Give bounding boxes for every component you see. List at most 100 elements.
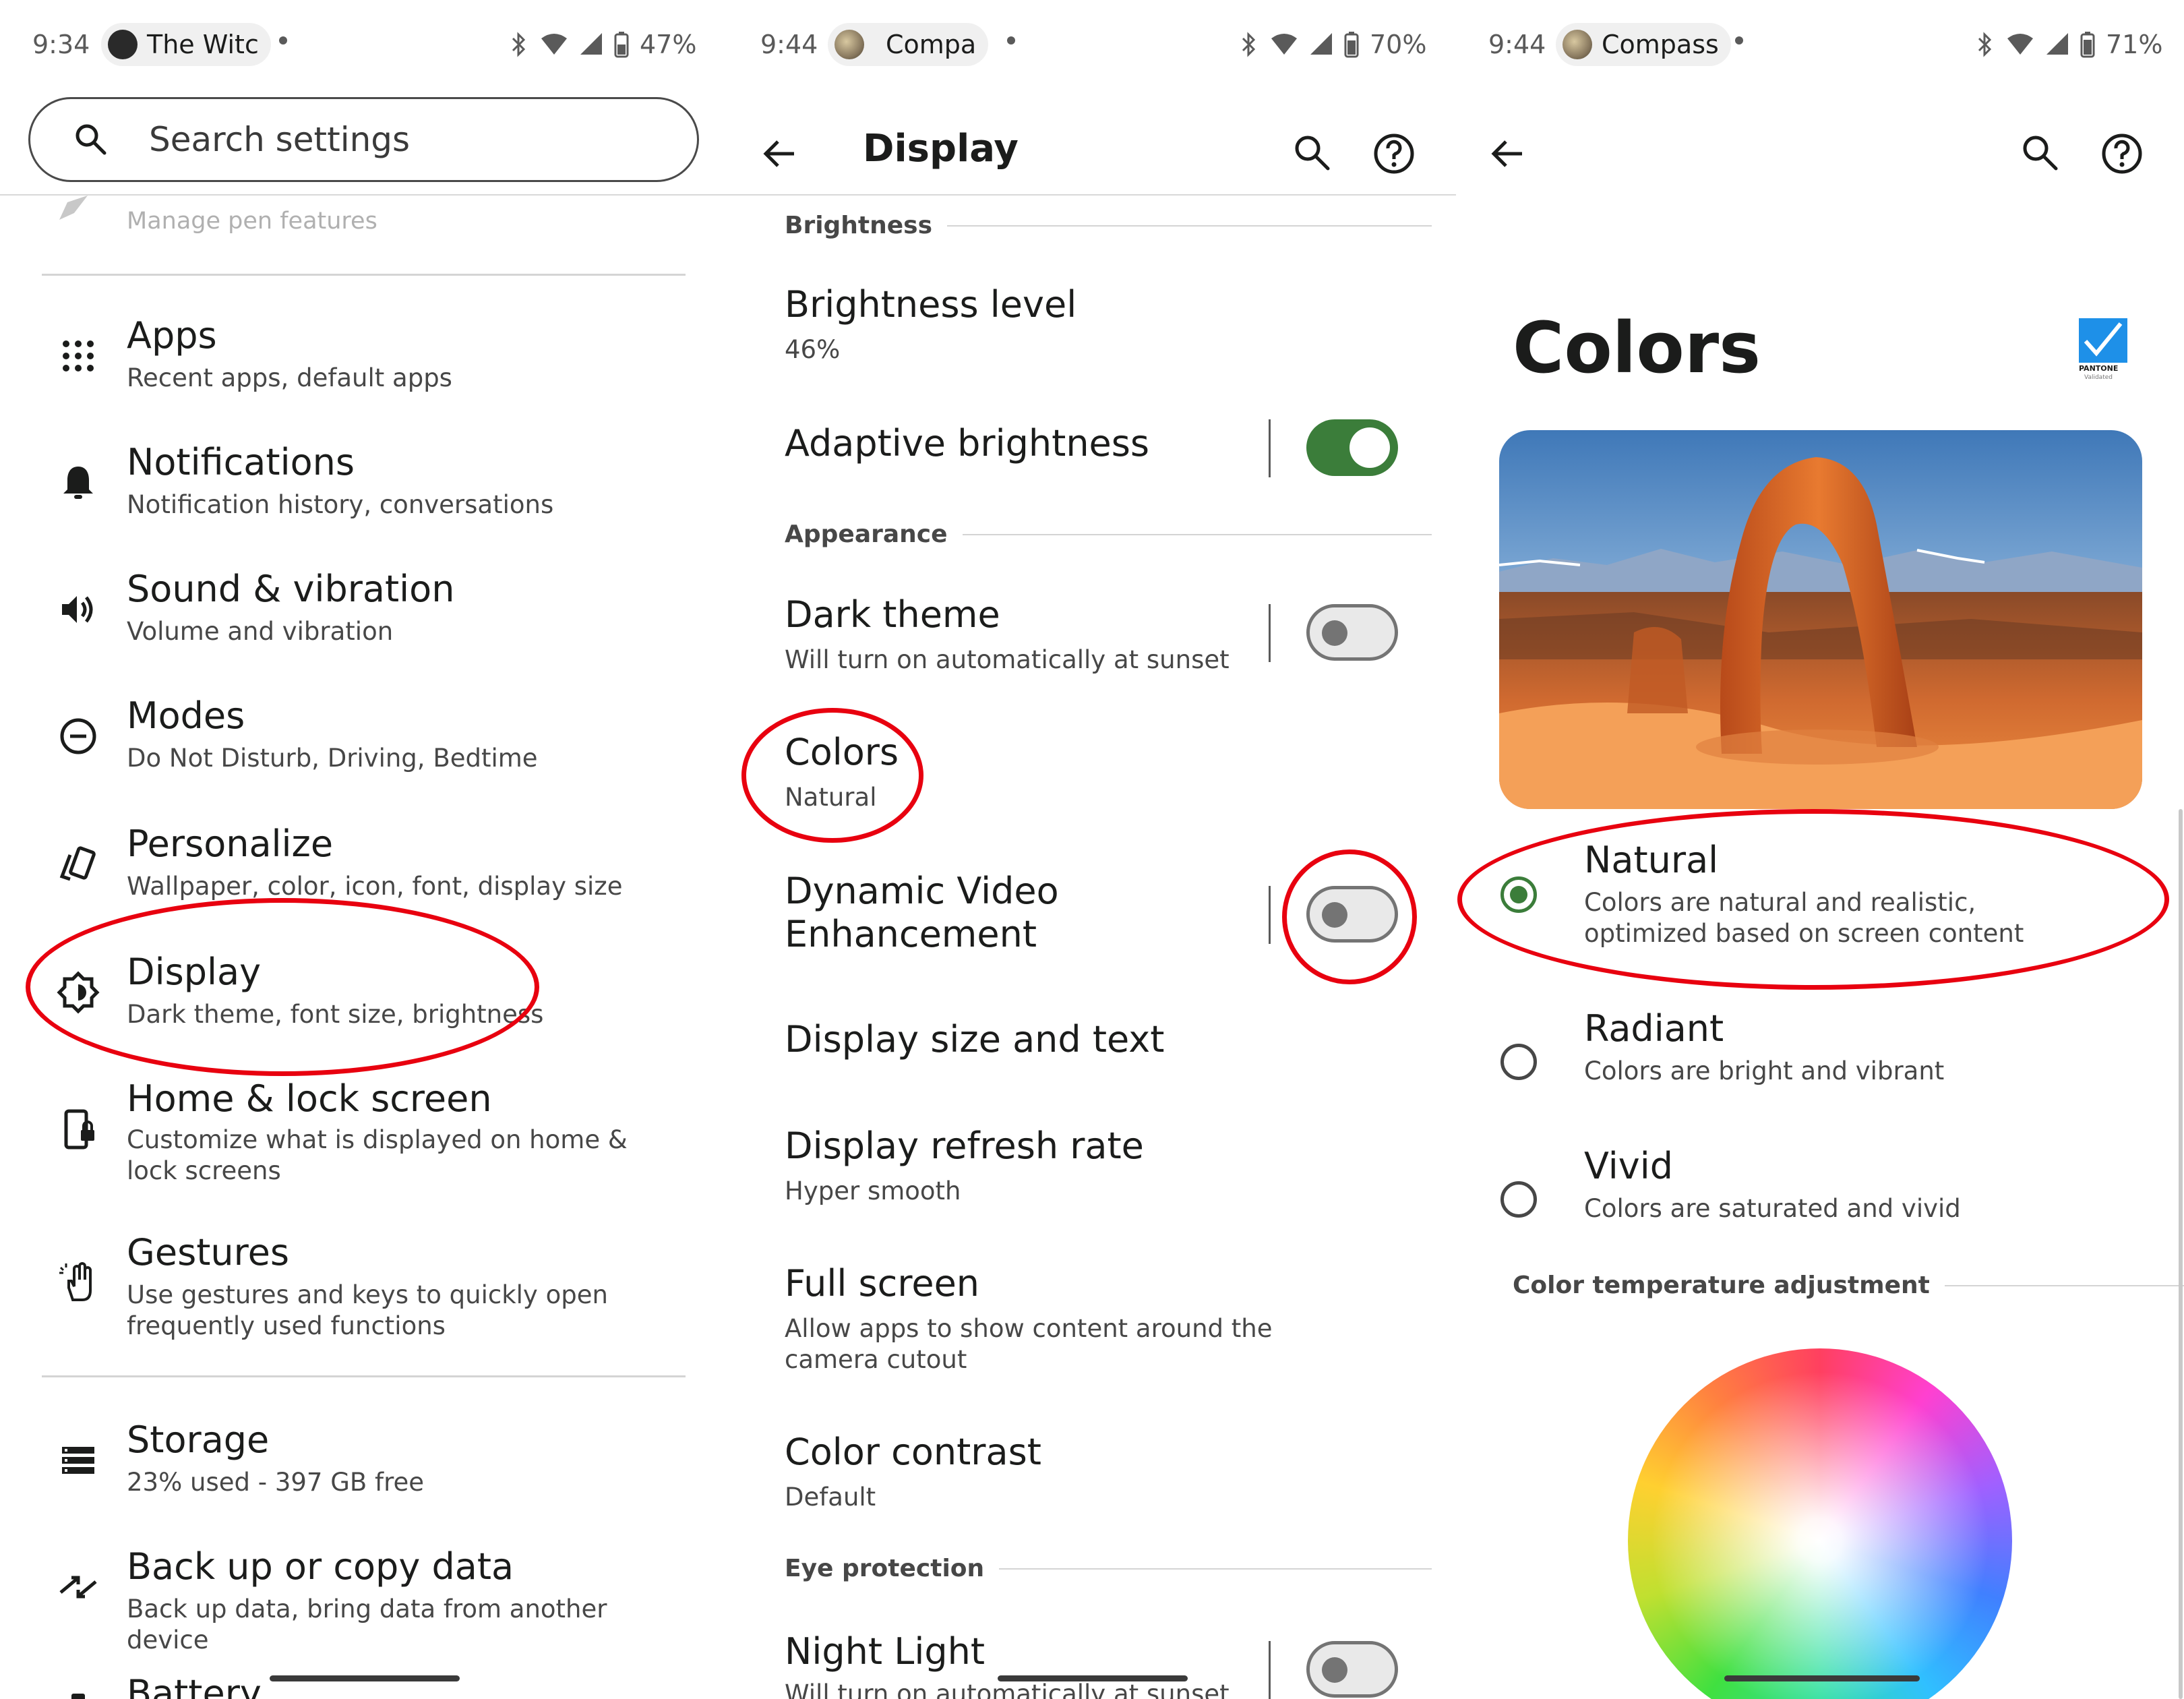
- row-subtitle: Natural: [785, 783, 877, 812]
- item-subtitle: Customize what is displayed on home & lo…: [127, 1125, 628, 1185]
- gesture-nav-bar[interactable]: [270, 1675, 460, 1681]
- header-divider: [728, 194, 1456, 196]
- radio-vivid[interactable]: [1500, 1181, 1537, 1218]
- night-light-row[interactable]: Night Light Will turn on automatically a…: [728, 1630, 1456, 1699]
- display-size-row[interactable]: Display size and text: [728, 1018, 1456, 1072]
- settings-item-home-lock[interactable]: Home & lock screen Customize what is dis…: [0, 1072, 728, 1193]
- color-temperature-wheel[interactable]: [1628, 1348, 2012, 1699]
- header-divider: [0, 194, 728, 196]
- section-header-brightness: Brightness: [785, 212, 1432, 239]
- bluetooth-icon: [512, 32, 526, 57]
- settings-item-notifications[interactable]: Notifications Notification history, conv…: [0, 437, 728, 531]
- color-option-vivid[interactable]: Vivid Colors are saturated and vivid: [1456, 1145, 2184, 1226]
- help-icon[interactable]: [1370, 129, 1418, 178]
- app-chip-label: The Witc: [147, 30, 259, 59]
- settings-item-display[interactable]: Display Dark theme, font size, brightnes…: [0, 947, 728, 1041]
- dark-theme-toggle[interactable]: [1306, 604, 1398, 661]
- page-title: Colors: [1513, 307, 1761, 389]
- brightness-level-row[interactable]: Brightness level 46%: [728, 283, 1456, 378]
- adaptive-brightness-row[interactable]: Adaptive brightness: [728, 418, 1456, 485]
- row-subtitle: Allow apps to show content around the ca…: [785, 1314, 1273, 1374]
- settings-item-personalize[interactable]: Personalize Wallpaper, color, icon, font…: [0, 818, 728, 913]
- row-subtitle: Will turn on automatically at sunset: [785, 1679, 1230, 1699]
- app-chip[interactable]: Compa: [828, 23, 989, 66]
- colors-row[interactable]: Colors Natural: [728, 731, 1456, 825]
- battery-icon: [71, 1694, 85, 1699]
- row-title: Color contrast: [785, 1431, 1041, 1473]
- settings-item-gestures[interactable]: Gestures Use gestures and keys to quickl…: [0, 1227, 728, 1348]
- item-title: Gestures: [127, 1231, 289, 1274]
- back-arrow-icon[interactable]: [1484, 129, 1533, 178]
- wifi-icon: [541, 34, 567, 55]
- row-separator: [1269, 419, 1271, 477]
- radio-natural[interactable]: [1500, 876, 1537, 913]
- color-option-radiant[interactable]: Radiant Colors are bright and vibrant: [1456, 1007, 2184, 1088]
- item-subtitle: Notification history, conversations: [127, 490, 554, 519]
- dark-theme-row[interactable]: Dark theme Will turn on automatically at…: [728, 593, 1456, 688]
- wifi-icon: [2007, 34, 2033, 55]
- settings-item-battery[interactable]: Battery: [0, 1668, 728, 1699]
- back-arrow-icon[interactable]: [756, 129, 805, 178]
- settings-item-sound[interactable]: Sound & vibration Volume and vibration: [0, 564, 728, 658]
- settings-item-apps[interactable]: Apps Recent apps, default apps: [0, 310, 728, 405]
- bluetooth-icon: [1978, 32, 1992, 57]
- app-chip[interactable]: Compass: [1556, 23, 1731, 66]
- search-icon[interactable]: [2017, 129, 2064, 177]
- gesture-nav-bar[interactable]: [1724, 1675, 1920, 1681]
- search-settings-field[interactable]: Search settings: [28, 97, 699, 182]
- row-separator: [1269, 604, 1271, 662]
- row-subtitle: Default: [785, 1483, 876, 1512]
- color-contrast-row[interactable]: Color contrast Default: [728, 1431, 1456, 1525]
- signal-icon: [1310, 33, 1332, 55]
- item-title: Notifications: [127, 441, 355, 483]
- night-light-toggle[interactable]: [1306, 1641, 1398, 1698]
- help-icon[interactable]: [2098, 129, 2146, 178]
- settings-item-storage[interactable]: Storage 23% used - 397 GB free: [0, 1414, 728, 1509]
- scrollbar[interactable]: [2179, 809, 2183, 1699]
- badge-sublabel: Validated: [2084, 374, 2113, 381]
- item-title: Apps: [127, 314, 217, 357]
- status-icons: 71%: [1975, 30, 2162, 59]
- item-subtitle: Back up data, bring data from another de…: [127, 1594, 607, 1655]
- section-divider: [42, 1375, 686, 1377]
- wifi-icon: [1271, 34, 1297, 55]
- adaptive-brightness-toggle[interactable]: [1306, 419, 1398, 476]
- toggle-knob: [1349, 427, 1390, 468]
- search-icon[interactable]: [1289, 129, 1336, 177]
- row-separator: [1269, 886, 1271, 944]
- settings-item-modes[interactable]: Modes Do Not Disturb, Driving, Bedtime: [0, 690, 728, 785]
- full-screen-row[interactable]: Full screen Allow apps to show content a…: [728, 1262, 1456, 1383]
- item-subtitle: Recent apps, default apps: [127, 363, 452, 392]
- row-subtitle: Will turn on automatically at sunset: [785, 645, 1230, 674]
- radio-radiant[interactable]: [1500, 1044, 1537, 1080]
- dynamic-video-toggle[interactable]: [1306, 886, 1398, 943]
- arrows-icon: [59, 1576, 97, 1599]
- option-title: Natural: [1584, 839, 1719, 881]
- gesture-nav-bar[interactable]: [998, 1675, 1188, 1681]
- status-bar: 9:44 Compass 71%: [1456, 0, 2184, 91]
- status-icons: 70%: [1239, 30, 1426, 59]
- section-header-appearance: Appearance: [785, 520, 1432, 548]
- status-bar: 9:34 The Witc 47%: [0, 0, 728, 91]
- refresh-rate-row[interactable]: Display refresh rate Hyper smooth: [728, 1125, 1456, 1219]
- section-label: Brightness: [785, 212, 933, 239]
- bluetooth-icon: [1242, 32, 1256, 57]
- option-subtitle: Colors are natural and realistic, optimi…: [1584, 888, 2024, 948]
- dynamic-video-row[interactable]: Dynamic Video Enhancement: [728, 870, 1456, 971]
- app-chip[interactable]: The Witc: [101, 23, 271, 66]
- item-title: Display: [127, 951, 262, 993]
- settings-item-backup[interactable]: Back up or copy data Back up data, bring…: [0, 1541, 728, 1655]
- row-title: Brightness level: [785, 283, 1077, 326]
- manage-pen-item[interactable]: Manage pen features: [127, 208, 377, 235]
- phone-lock-icon: [64, 1109, 94, 1150]
- row-title: Colors: [785, 731, 899, 773]
- section-divider: [42, 274, 686, 276]
- color-option-natural[interactable]: Natural Colors are natural and realistic…: [1456, 839, 2184, 948]
- row-title: Adaptive brightness: [785, 422, 1150, 465]
- item-subtitle: Volume and vibration: [127, 617, 394, 646]
- row-title: Night Light: [785, 1630, 985, 1673]
- row-title: Full screen: [785, 1262, 980, 1305]
- row-title: Display size and text: [785, 1018, 1165, 1061]
- preview-image: [1499, 430, 2142, 809]
- item-subtitle: Dark theme, font size, brightness: [127, 1000, 544, 1029]
